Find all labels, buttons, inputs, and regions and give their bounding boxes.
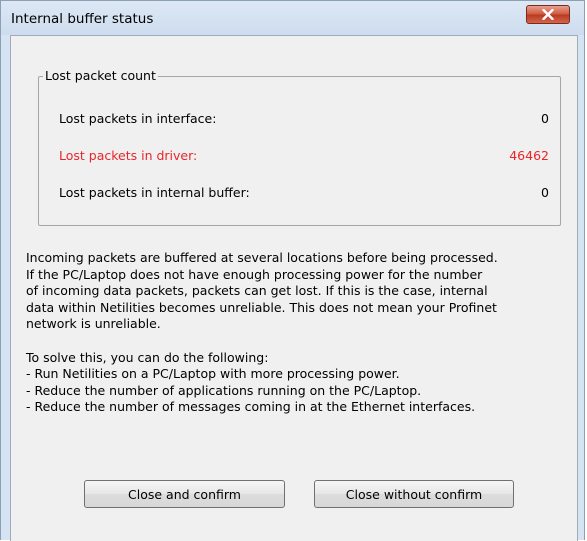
info-line: network is unreliable. xyxy=(26,316,161,331)
interface-lost-value: 0 xyxy=(541,111,549,126)
interface-lost-label: Lost packets in interface: xyxy=(59,111,217,126)
info-text: Incoming packets are buffered at several… xyxy=(26,250,574,416)
driver-lost-row: Lost packets in driver: 46462 xyxy=(59,148,549,166)
driver-lost-label: Lost packets in driver: xyxy=(59,148,198,163)
solution-intro: To solve this, you can do the following: xyxy=(26,349,269,365)
driver-lost-value: 46462 xyxy=(509,148,549,163)
groupbox-title: Lost packet count xyxy=(43,68,158,83)
info-line: of incoming data packets, packets can ge… xyxy=(26,283,488,298)
interface-lost-row: Lost packets in interface: 0 xyxy=(59,111,549,129)
buffer-lost-row: Lost packets in internal buffer: 0 xyxy=(59,185,549,203)
window-title: Internal buffer status xyxy=(11,11,154,27)
solution-item: - Reduce the number of applications runn… xyxy=(26,382,422,398)
info-line: data within Netilities becomes unreliabl… xyxy=(26,299,497,315)
close-without-confirm-button[interactable]: Close without confirm xyxy=(314,480,514,508)
dialog-window: Internal buffer status Lost packet count… xyxy=(0,0,585,541)
info-line: Incoming packets are buffered at several… xyxy=(26,250,498,265)
lost-packet-groupbox: Lost packet count Lost packets in interf… xyxy=(38,68,561,226)
dialog-body: Lost packet count Lost packets in interf… xyxy=(10,35,578,541)
close-and-confirm-button[interactable]: Close and confirm xyxy=(84,480,285,508)
buffer-lost-label: Lost packets in internal buffer: xyxy=(59,185,250,200)
title-bar[interactable]: Internal buffer status xyxy=(1,1,584,35)
close-icon xyxy=(542,9,554,20)
solution-item: - Reduce the number of messages coming i… xyxy=(26,399,476,414)
close-button[interactable] xyxy=(526,5,570,24)
solution-item: - Run Netilities on a PC/Laptop with mor… xyxy=(26,366,400,381)
buffer-lost-value: 0 xyxy=(541,185,549,200)
info-line: If the PC/Laptop does not have enough pr… xyxy=(26,266,483,282)
